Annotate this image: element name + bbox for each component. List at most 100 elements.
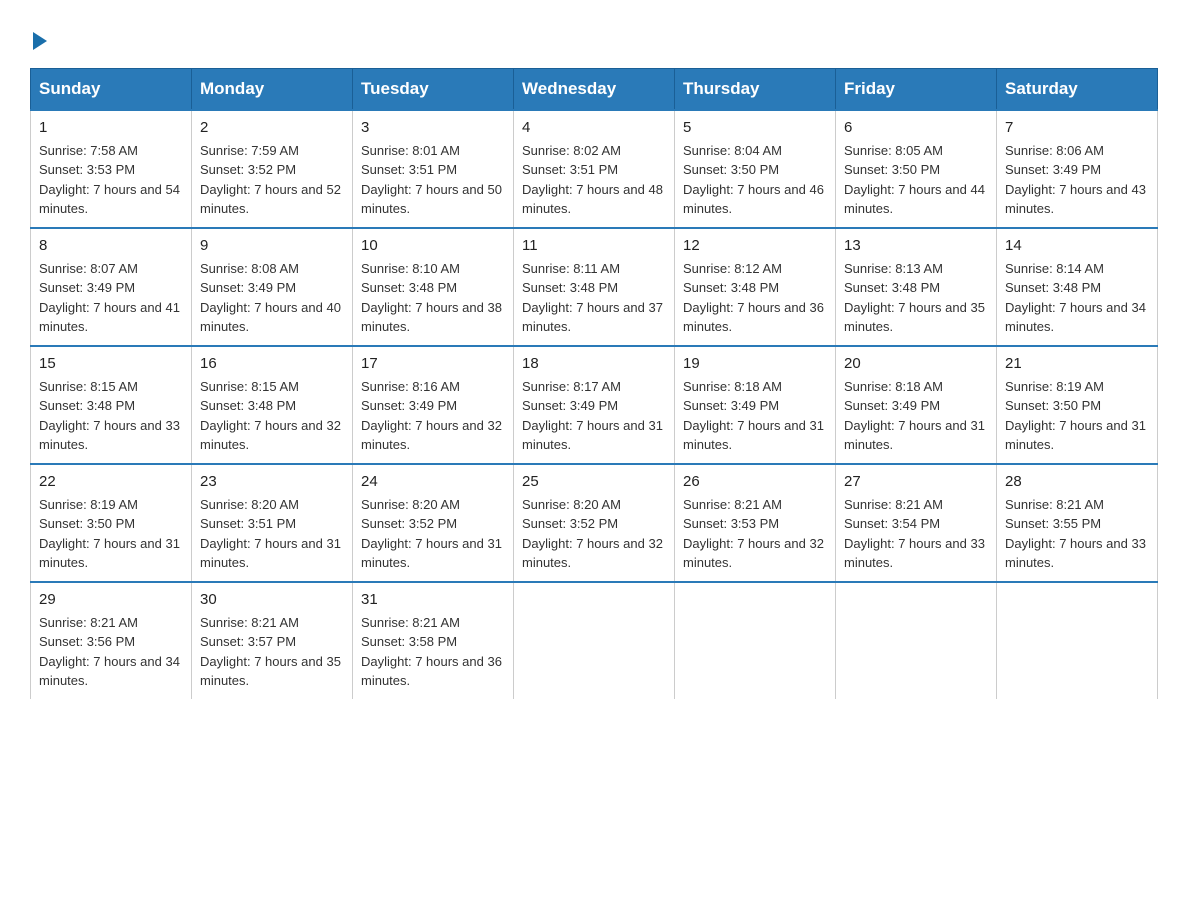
day-info: Sunrise: 8:21 AMSunset: 3:53 PMDaylight:…	[683, 497, 824, 571]
column-header-wednesday: Wednesday	[514, 69, 675, 111]
day-info: Sunrise: 7:58 AMSunset: 3:53 PMDaylight:…	[39, 143, 180, 217]
day-info: Sunrise: 8:20 AMSunset: 3:52 PMDaylight:…	[522, 497, 663, 571]
calendar-cell: 30 Sunrise: 8:21 AMSunset: 3:57 PMDaylig…	[192, 582, 353, 699]
day-number: 21	[1005, 353, 1149, 375]
day-number: 9	[200, 235, 344, 257]
column-header-saturday: Saturday	[997, 69, 1158, 111]
day-info: Sunrise: 8:12 AMSunset: 3:48 PMDaylight:…	[683, 261, 824, 335]
day-info: Sunrise: 8:19 AMSunset: 3:50 PMDaylight:…	[39, 497, 180, 571]
calendar-cell: 13 Sunrise: 8:13 AMSunset: 3:48 PMDaylig…	[836, 228, 997, 346]
day-info: Sunrise: 8:21 AMSunset: 3:56 PMDaylight:…	[39, 615, 180, 689]
day-number: 28	[1005, 471, 1149, 493]
day-number: 3	[361, 117, 505, 139]
day-info: Sunrise: 8:06 AMSunset: 3:49 PMDaylight:…	[1005, 143, 1146, 217]
day-info: Sunrise: 8:08 AMSunset: 3:49 PMDaylight:…	[200, 261, 341, 335]
calendar-header-row: SundayMondayTuesdayWednesdayThursdayFrid…	[31, 69, 1158, 111]
column-header-friday: Friday	[836, 69, 997, 111]
calendar-cell: 27 Sunrise: 8:21 AMSunset: 3:54 PMDaylig…	[836, 464, 997, 582]
day-number: 23	[200, 471, 344, 493]
day-number: 12	[683, 235, 827, 257]
day-info: Sunrise: 8:15 AMSunset: 3:48 PMDaylight:…	[200, 379, 341, 453]
calendar-cell: 31 Sunrise: 8:21 AMSunset: 3:58 PMDaylig…	[353, 582, 514, 699]
calendar-cell: 1 Sunrise: 7:58 AMSunset: 3:53 PMDayligh…	[31, 110, 192, 228]
calendar-cell: 21 Sunrise: 8:19 AMSunset: 3:50 PMDaylig…	[997, 346, 1158, 464]
calendar-cell: 26 Sunrise: 8:21 AMSunset: 3:53 PMDaylig…	[675, 464, 836, 582]
day-info: Sunrise: 8:21 AMSunset: 3:54 PMDaylight:…	[844, 497, 985, 571]
day-number: 4	[522, 117, 666, 139]
day-info: Sunrise: 8:07 AMSunset: 3:49 PMDaylight:…	[39, 261, 180, 335]
calendar-cell: 17 Sunrise: 8:16 AMSunset: 3:49 PMDaylig…	[353, 346, 514, 464]
day-number: 5	[683, 117, 827, 139]
day-info: Sunrise: 7:59 AMSunset: 3:52 PMDaylight:…	[200, 143, 341, 217]
week-row-5: 29 Sunrise: 8:21 AMSunset: 3:56 PMDaylig…	[31, 582, 1158, 699]
week-row-2: 8 Sunrise: 8:07 AMSunset: 3:49 PMDayligh…	[31, 228, 1158, 346]
calendar-cell: 10 Sunrise: 8:10 AMSunset: 3:48 PMDaylig…	[353, 228, 514, 346]
day-info: Sunrise: 8:20 AMSunset: 3:52 PMDaylight:…	[361, 497, 502, 571]
day-info: Sunrise: 8:18 AMSunset: 3:49 PMDaylight:…	[844, 379, 985, 453]
day-number: 25	[522, 471, 666, 493]
day-number: 29	[39, 589, 183, 611]
column-header-thursday: Thursday	[675, 69, 836, 111]
day-number: 19	[683, 353, 827, 375]
day-info: Sunrise: 8:18 AMSunset: 3:49 PMDaylight:…	[683, 379, 824, 453]
calendar-cell: 8 Sunrise: 8:07 AMSunset: 3:49 PMDayligh…	[31, 228, 192, 346]
calendar-cell: 24 Sunrise: 8:20 AMSunset: 3:52 PMDaylig…	[353, 464, 514, 582]
day-info: Sunrise: 8:11 AMSunset: 3:48 PMDaylight:…	[522, 261, 663, 335]
day-info: Sunrise: 8:14 AMSunset: 3:48 PMDaylight:…	[1005, 261, 1146, 335]
day-number: 6	[844, 117, 988, 139]
day-info: Sunrise: 8:21 AMSunset: 3:58 PMDaylight:…	[361, 615, 502, 689]
week-row-3: 15 Sunrise: 8:15 AMSunset: 3:48 PMDaylig…	[31, 346, 1158, 464]
day-info: Sunrise: 8:04 AMSunset: 3:50 PMDaylight:…	[683, 143, 824, 217]
calendar-cell: 5 Sunrise: 8:04 AMSunset: 3:50 PMDayligh…	[675, 110, 836, 228]
calendar-cell	[836, 582, 997, 699]
calendar-cell: 22 Sunrise: 8:19 AMSunset: 3:50 PMDaylig…	[31, 464, 192, 582]
day-number: 15	[39, 353, 183, 375]
day-number: 2	[200, 117, 344, 139]
calendar-cell	[997, 582, 1158, 699]
calendar-cell: 14 Sunrise: 8:14 AMSunset: 3:48 PMDaylig…	[997, 228, 1158, 346]
calendar-cell: 4 Sunrise: 8:02 AMSunset: 3:51 PMDayligh…	[514, 110, 675, 228]
day-info: Sunrise: 8:15 AMSunset: 3:48 PMDaylight:…	[39, 379, 180, 453]
calendar-cell: 11 Sunrise: 8:11 AMSunset: 3:48 PMDaylig…	[514, 228, 675, 346]
calendar-cell: 23 Sunrise: 8:20 AMSunset: 3:51 PMDaylig…	[192, 464, 353, 582]
calendar-cell: 20 Sunrise: 8:18 AMSunset: 3:49 PMDaylig…	[836, 346, 997, 464]
calendar-cell: 28 Sunrise: 8:21 AMSunset: 3:55 PMDaylig…	[997, 464, 1158, 582]
day-number: 16	[200, 353, 344, 375]
calendar-cell: 25 Sunrise: 8:20 AMSunset: 3:52 PMDaylig…	[514, 464, 675, 582]
day-number: 13	[844, 235, 988, 257]
day-number: 14	[1005, 235, 1149, 257]
calendar-cell: 29 Sunrise: 8:21 AMSunset: 3:56 PMDaylig…	[31, 582, 192, 699]
column-header-monday: Monday	[192, 69, 353, 111]
calendar-cell: 16 Sunrise: 8:15 AMSunset: 3:48 PMDaylig…	[192, 346, 353, 464]
day-number: 8	[39, 235, 183, 257]
day-number: 22	[39, 471, 183, 493]
calendar-cell: 19 Sunrise: 8:18 AMSunset: 3:49 PMDaylig…	[675, 346, 836, 464]
calendar-cell: 6 Sunrise: 8:05 AMSunset: 3:50 PMDayligh…	[836, 110, 997, 228]
week-row-1: 1 Sunrise: 7:58 AMSunset: 3:53 PMDayligh…	[31, 110, 1158, 228]
day-number: 17	[361, 353, 505, 375]
page-header	[30, 20, 1158, 50]
calendar-cell: 18 Sunrise: 8:17 AMSunset: 3:49 PMDaylig…	[514, 346, 675, 464]
day-info: Sunrise: 8:05 AMSunset: 3:50 PMDaylight:…	[844, 143, 985, 217]
day-number: 11	[522, 235, 666, 257]
column-header-tuesday: Tuesday	[353, 69, 514, 111]
calendar-table: SundayMondayTuesdayWednesdayThursdayFrid…	[30, 68, 1158, 699]
calendar-cell	[514, 582, 675, 699]
calendar-cell: 7 Sunrise: 8:06 AMSunset: 3:49 PMDayligh…	[997, 110, 1158, 228]
day-number: 27	[844, 471, 988, 493]
day-number: 20	[844, 353, 988, 375]
day-info: Sunrise: 8:19 AMSunset: 3:50 PMDaylight:…	[1005, 379, 1146, 453]
day-info: Sunrise: 8:13 AMSunset: 3:48 PMDaylight:…	[844, 261, 985, 335]
day-info: Sunrise: 8:16 AMSunset: 3:49 PMDaylight:…	[361, 379, 502, 453]
day-number: 24	[361, 471, 505, 493]
day-number: 1	[39, 117, 183, 139]
day-number: 31	[361, 589, 505, 611]
calendar-cell: 3 Sunrise: 8:01 AMSunset: 3:51 PMDayligh…	[353, 110, 514, 228]
week-row-4: 22 Sunrise: 8:19 AMSunset: 3:50 PMDaylig…	[31, 464, 1158, 582]
day-number: 7	[1005, 117, 1149, 139]
calendar-cell: 12 Sunrise: 8:12 AMSunset: 3:48 PMDaylig…	[675, 228, 836, 346]
day-info: Sunrise: 8:21 AMSunset: 3:57 PMDaylight:…	[200, 615, 341, 689]
day-number: 10	[361, 235, 505, 257]
day-number: 30	[200, 589, 344, 611]
day-info: Sunrise: 8:01 AMSunset: 3:51 PMDaylight:…	[361, 143, 502, 217]
